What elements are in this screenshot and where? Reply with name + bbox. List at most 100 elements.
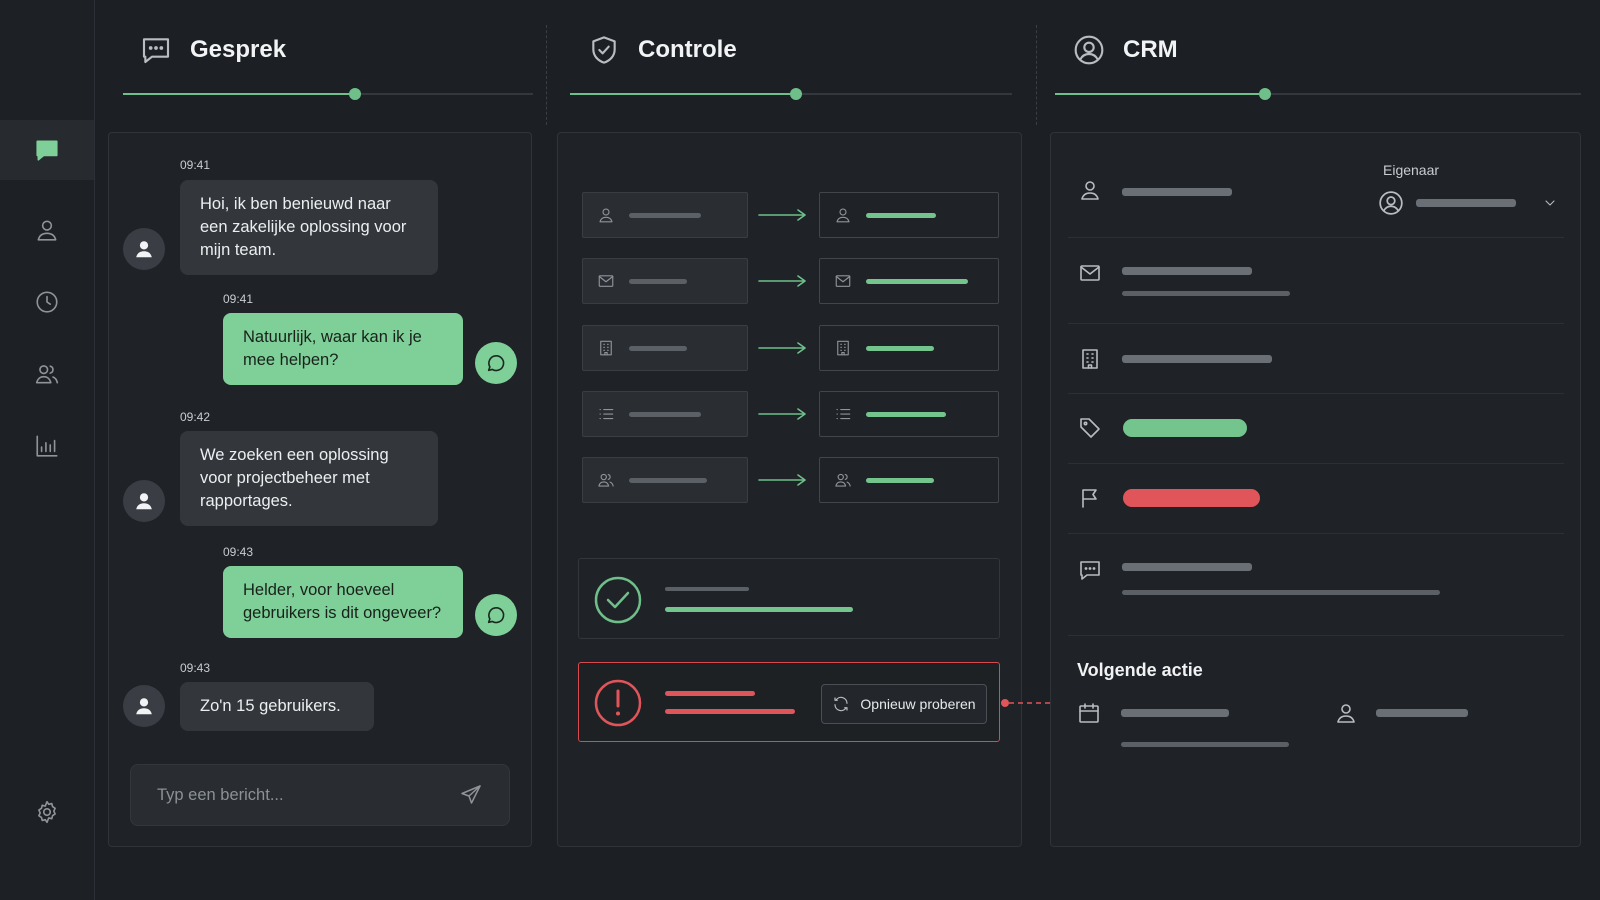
placeholder-bar — [1122, 267, 1252, 275]
placeholder-bar — [1376, 709, 1468, 717]
column-title: Controle — [638, 36, 737, 63]
placeholder-bar — [665, 691, 755, 696]
sidebar-item-chat[interactable] — [0, 120, 94, 180]
error-connector — [1001, 699, 1051, 707]
column-header-crm: CRM — [1073, 30, 1178, 70]
placeholder-bar — [1122, 590, 1440, 595]
sidebar-item-user[interactable] — [0, 200, 94, 260]
user-circle-icon — [1074, 35, 1104, 65]
placeholder-bar — [665, 587, 749, 591]
validation-success-card — [578, 558, 1000, 639]
placeholder-bar — [866, 212, 936, 218]
customer-avatar — [123, 480, 165, 522]
progress-check — [570, 88, 1012, 100]
users-icon — [35, 365, 59, 384]
sidebar-item-history[interactable] — [0, 272, 94, 332]
arrow-right-icon — [758, 342, 806, 354]
mail-icon — [835, 275, 851, 287]
users-icon — [835, 473, 851, 487]
retry-button[interactable]: Opnieuw proberen — [821, 684, 987, 724]
user-icon — [37, 220, 57, 241]
message-customer: We zoeken een oplossing voor projectbehe… — [180, 431, 438, 526]
agent-avatar — [475, 342, 517, 384]
chat-icon — [36, 140, 58, 161]
target-field — [819, 391, 999, 437]
placeholder-bar — [1121, 709, 1229, 717]
arrow-right-icon — [758, 474, 806, 486]
bar-chart-icon — [36, 435, 58, 457]
next-action-title: Volgende actie — [1077, 660, 1203, 680]
retry-button-label: Opnieuw proberen — [860, 696, 976, 712]
gear-icon — [38, 800, 56, 824]
user-icon — [1337, 704, 1355, 723]
placeholder-bar — [1122, 291, 1290, 296]
crm-row-email — [1068, 238, 1564, 324]
sidebar-item-settings[interactable] — [0, 782, 94, 842]
message-circle-icon — [487, 607, 505, 624]
user-icon — [599, 208, 613, 223]
sidebar-item-reports[interactable] — [0, 416, 94, 476]
placeholder-bar — [665, 607, 853, 612]
column-divider — [546, 25, 547, 125]
send-icon[interactable] — [459, 783, 483, 807]
target-field — [819, 457, 999, 503]
placeholder-bar — [1122, 188, 1232, 196]
source-field — [582, 391, 748, 437]
person-icon — [136, 241, 152, 258]
user-circle-icon — [1379, 191, 1403, 215]
placeholder-bar — [866, 411, 946, 417]
crm-row-company — [1068, 324, 1564, 394]
placeholder-bar — [629, 345, 687, 351]
column-title: Gesprek — [190, 36, 287, 63]
arrow-right-icon — [758, 408, 806, 420]
source-field — [582, 325, 748, 371]
sidebar — [0, 0, 95, 900]
placeholder-bar — [629, 278, 687, 284]
target-field — [819, 258, 999, 304]
message-time: 09:43 — [223, 545, 254, 559]
crm-row-priority — [1068, 464, 1564, 534]
progress-handle — [1259, 88, 1271, 100]
arrow-right-icon — [758, 275, 806, 287]
message-customer: Zo'n 15 gebruikers. — [180, 682, 374, 731]
message-time: 09:41 — [223, 292, 254, 306]
message-time: 09:43 — [180, 661, 211, 675]
person-icon — [136, 493, 152, 510]
progress-fill — [1055, 93, 1265, 95]
column-header-check: Controle — [588, 30, 737, 70]
progress-handle — [349, 88, 361, 100]
placeholder-bar — [866, 345, 934, 351]
message-agent: Natuurlijk, waar kan ik je mee helpen? — [223, 313, 463, 385]
flag-icon — [1082, 489, 1097, 508]
target-field — [819, 192, 999, 238]
crm-row-notes — [1068, 534, 1564, 636]
tag-icon — [1080, 418, 1100, 438]
clock-icon — [36, 291, 58, 313]
message-composer — [130, 764, 510, 826]
alert-circle-icon — [594, 679, 642, 727]
progress-chat — [123, 88, 533, 100]
placeholder-bar — [629, 411, 701, 417]
owner-select[interactable] — [1378, 188, 1558, 218]
mail-icon — [1080, 265, 1100, 281]
placeholder-bar — [629, 477, 707, 483]
progress-crm — [1055, 88, 1581, 100]
chevron-down-icon — [1545, 200, 1555, 206]
user-icon — [1081, 181, 1099, 200]
source-field — [582, 457, 748, 503]
placeholder-bar — [1416, 199, 1516, 207]
calendar-icon — [1079, 703, 1099, 723]
column-divider — [1036, 25, 1037, 125]
chat-bubble-icon — [1080, 561, 1100, 580]
customer-avatar — [123, 228, 165, 270]
source-field — [582, 258, 748, 304]
sidebar-item-team[interactable] — [0, 344, 94, 404]
column-title: CRM — [1123, 36, 1178, 63]
building-icon — [600, 340, 612, 356]
message-input[interactable] — [157, 785, 437, 805]
column-header-chat: Gesprek — [140, 30, 286, 70]
user-icon — [836, 208, 850, 223]
agent-avatar — [475, 594, 517, 636]
person-icon — [136, 698, 152, 715]
placeholder-bar — [866, 477, 934, 483]
